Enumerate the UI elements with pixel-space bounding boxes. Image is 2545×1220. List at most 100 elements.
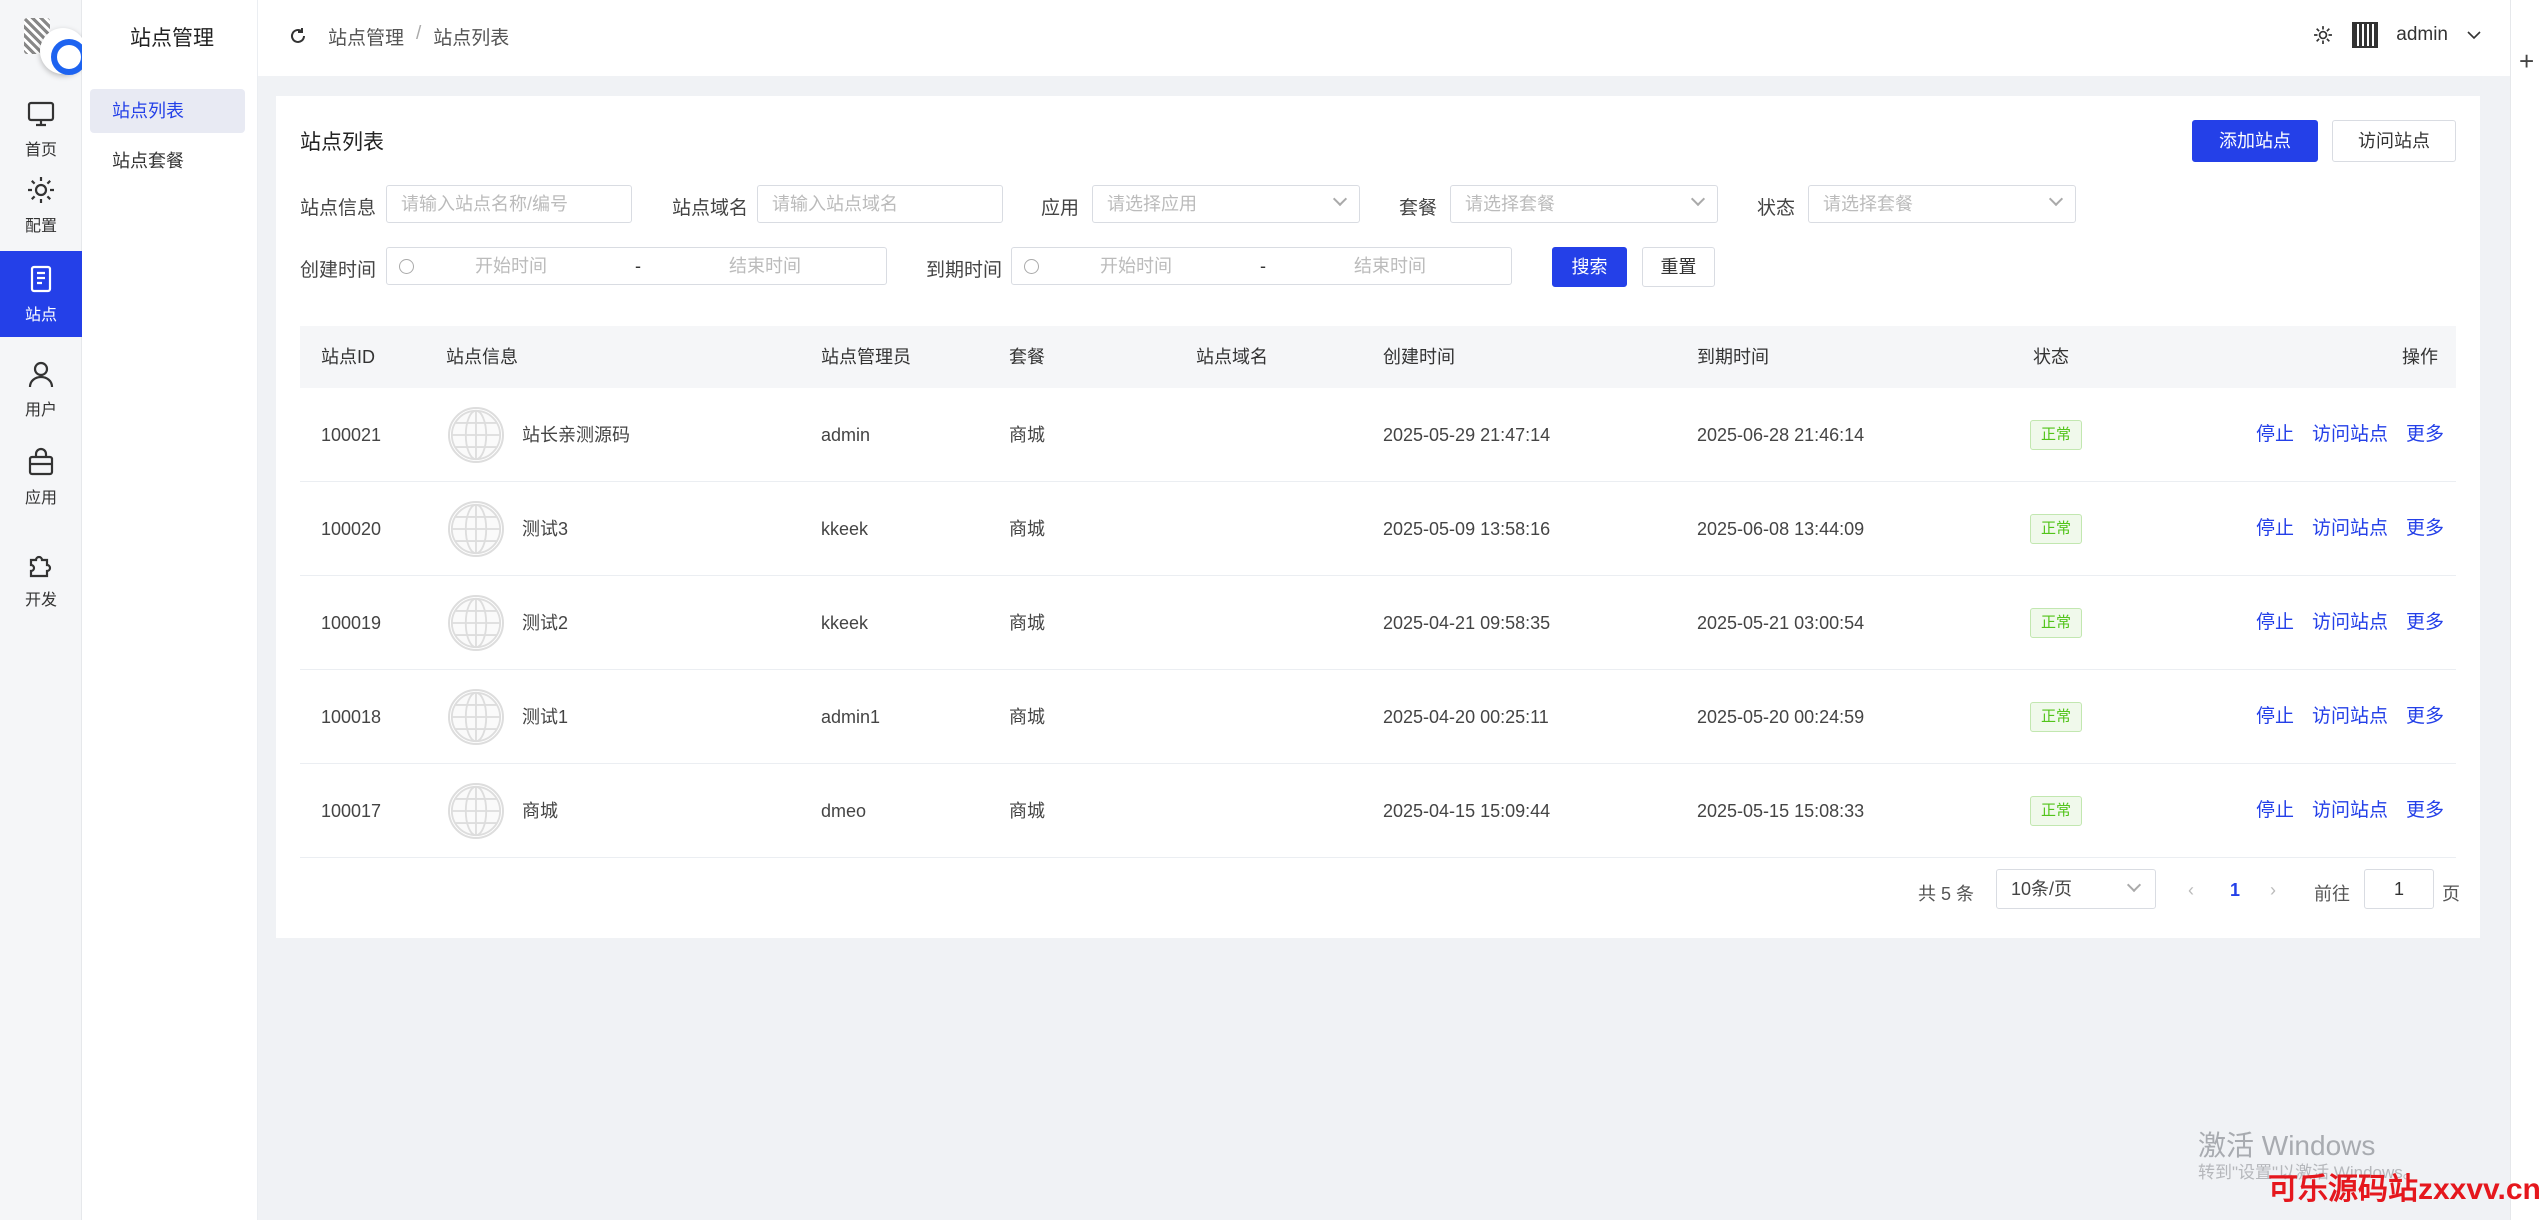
rail-item-app[interactable]: 应用 [0, 434, 82, 520]
puzzle-icon [29, 555, 52, 578]
site-info-label: 站点信息 [300, 198, 377, 219]
more-link[interactable]: 更多 [2406, 576, 2444, 670]
column-header: 到期时间 [1697, 347, 1769, 367]
site-admin: kkeek [821, 519, 869, 539]
add-site-button[interactable]: 添加站点 [2192, 120, 2318, 162]
expire-time: 2025-05-15 15:08:33 [1697, 801, 1865, 821]
page-size-select[interactable]: 10条/页 [1996, 869, 2156, 909]
rail-item-config[interactable]: 配置 [0, 162, 82, 248]
column-header: 站点ID [321, 347, 375, 367]
breadcrumb: 站点管理 / 站点列表 [328, 23, 509, 50]
app-select-placeholder: 请选择应用 [1107, 194, 1197, 214]
search-button[interactable]: 搜索 [1552, 247, 1627, 287]
goto-label: 前往 [2314, 884, 2350, 904]
site-info-input[interactable]: 请输入站点名称/编号 [386, 185, 632, 223]
chevron-down-icon [1332, 191, 1348, 207]
end-time-placeholder[interactable]: 结束时间 [1354, 248, 1426, 284]
created-time: 2025-04-20 00:25:11 [1383, 707, 1549, 727]
pagination-total: 共 5 条 [1918, 884, 1975, 904]
chevron-down-icon [2048, 191, 2064, 207]
page-title: 站点列表 [300, 131, 384, 154]
rail-item-dev[interactable]: 开发 [0, 536, 82, 622]
site-name: 商城 [522, 801, 558, 821]
breadcrumb-item[interactable]: 站点管理 [328, 23, 404, 50]
status-select[interactable]: 请选择套餐 [1808, 185, 2076, 223]
refresh-icon[interactable] [288, 26, 308, 46]
reset-button[interactable]: 重置 [1642, 247, 1715, 287]
expire-time: 2025-06-28 21:46:14 [1697, 425, 1865, 445]
rail-item-user[interactable]: 用户 [0, 346, 82, 432]
status-badge: 正常 [2030, 796, 2083, 826]
current-page[interactable]: 1 [2230, 880, 2240, 901]
submenu: 站点管理 站点列表 站点套餐 [82, 0, 258, 1220]
next-page-icon[interactable]: › [2270, 880, 2276, 901]
expire-time: 2025-05-21 03:00:54 [1697, 613, 1865, 633]
settings-icon[interactable] [2312, 24, 2334, 46]
goto-page-input[interactable]: 1 [2364, 869, 2434, 909]
qrcode-icon[interactable] [2352, 22, 2379, 48]
stop-link[interactable]: 停止 [2256, 576, 2294, 670]
visit-site-link[interactable]: 访问站点 [2312, 670, 2388, 764]
package-select[interactable]: 请选择套餐 [1450, 185, 1718, 223]
site-avatar [448, 783, 504, 839]
site-id: 100021 [321, 425, 382, 445]
chevron-down-icon[interactable] [2466, 27, 2482, 43]
rail-label: 应用 [24, 490, 57, 507]
visit-site-link[interactable]: 访问站点 [2312, 482, 2388, 576]
prev-page-icon[interactable]: ‹ [2188, 880, 2194, 901]
header-actions: admin [2312, 22, 2482, 48]
rail-item-home[interactable]: 首页 [0, 86, 82, 172]
site-avatar [448, 689, 504, 745]
site-id: 100018 [321, 707, 382, 727]
table-row: 100021 站长亲测源码 admin 商城 2025-05-29 21:47:14 20… [300, 388, 2456, 482]
end-time-placeholder[interactable]: 结束时间 [729, 248, 801, 284]
site-admin: dmeo [821, 801, 867, 821]
user-icon [28, 361, 54, 388]
status-badge: 正常 [2030, 608, 2083, 638]
package-label: 套餐 [1399, 198, 1438, 219]
user-name[interactable]: admin [2396, 24, 2448, 46]
more-link[interactable]: 更多 [2406, 482, 2444, 576]
domain-input[interactable]: 请输入站点域名 [757, 185, 1003, 223]
submenu-item-site-package[interactable]: 站点套餐 [90, 139, 245, 183]
start-time-placeholder[interactable]: 开始时间 [1100, 248, 1172, 284]
globe-icon [450, 409, 502, 461]
table-row: 100017 商城 dmeo 商城 2025-04-15 15:09:44 2025-05… [300, 764, 2456, 858]
status-badge: 正常 [2030, 420, 2083, 450]
site-avatar [448, 595, 504, 651]
visit-site-link[interactable]: 访问站点 [2312, 576, 2388, 670]
page-suffix: 页 [2442, 884, 2460, 904]
created-time-range[interactable]: 开始时间 - 结束时间 [386, 247, 887, 285]
globe-icon [450, 503, 502, 555]
visit-site-link[interactable]: 访问站点 [2312, 388, 2388, 482]
created-time: 2025-04-21 09:58:35 [1383, 613, 1551, 633]
stop-link[interactable]: 停止 [2256, 764, 2294, 858]
icon-rail: 首页 配置 站点 用户 应用 开发 [0, 0, 87, 1220]
rail-item-site[interactable]: 站点 [0, 251, 82, 337]
created-time: 2025-05-09 13:58:16 [1383, 519, 1551, 539]
column-header: 套餐 [1009, 347, 1045, 367]
more-link[interactable]: 更多 [2406, 764, 2444, 858]
site-avatar [448, 501, 504, 557]
expire-time-range[interactable]: 开始时间 - 结束时间 [1011, 247, 1512, 285]
expire-time-label: 到期时间 [926, 260, 1003, 281]
bag-icon [28, 447, 54, 476]
more-link[interactable]: 更多 [2406, 388, 2444, 482]
more-link[interactable]: 更多 [2406, 670, 2444, 764]
app-select[interactable]: 请选择应用 [1092, 185, 1360, 223]
document-icon [30, 265, 52, 293]
site-id: 100019 [321, 613, 382, 633]
stop-link[interactable]: 停止 [2256, 482, 2294, 576]
app-logo[interactable] [22, 14, 87, 75]
breadcrumb-separator: / [416, 23, 422, 44]
visit-site-link[interactable]: 访问站点 [2312, 764, 2388, 858]
stop-link[interactable]: 停止 [2256, 670, 2294, 764]
breadcrumb-item: 站点列表 [433, 28, 510, 49]
submenu-item-site-list[interactable]: 站点列表 [90, 89, 245, 133]
created-time-label: 创建时间 [300, 260, 377, 281]
visit-site-button[interactable]: 访问站点 [2332, 120, 2456, 162]
status-badge: 正常 [2030, 514, 2083, 544]
stop-link[interactable]: 停止 [2256, 388, 2294, 482]
plus-icon[interactable]: + [2519, 46, 2534, 77]
start-time-placeholder[interactable]: 开始时间 [475, 248, 547, 284]
